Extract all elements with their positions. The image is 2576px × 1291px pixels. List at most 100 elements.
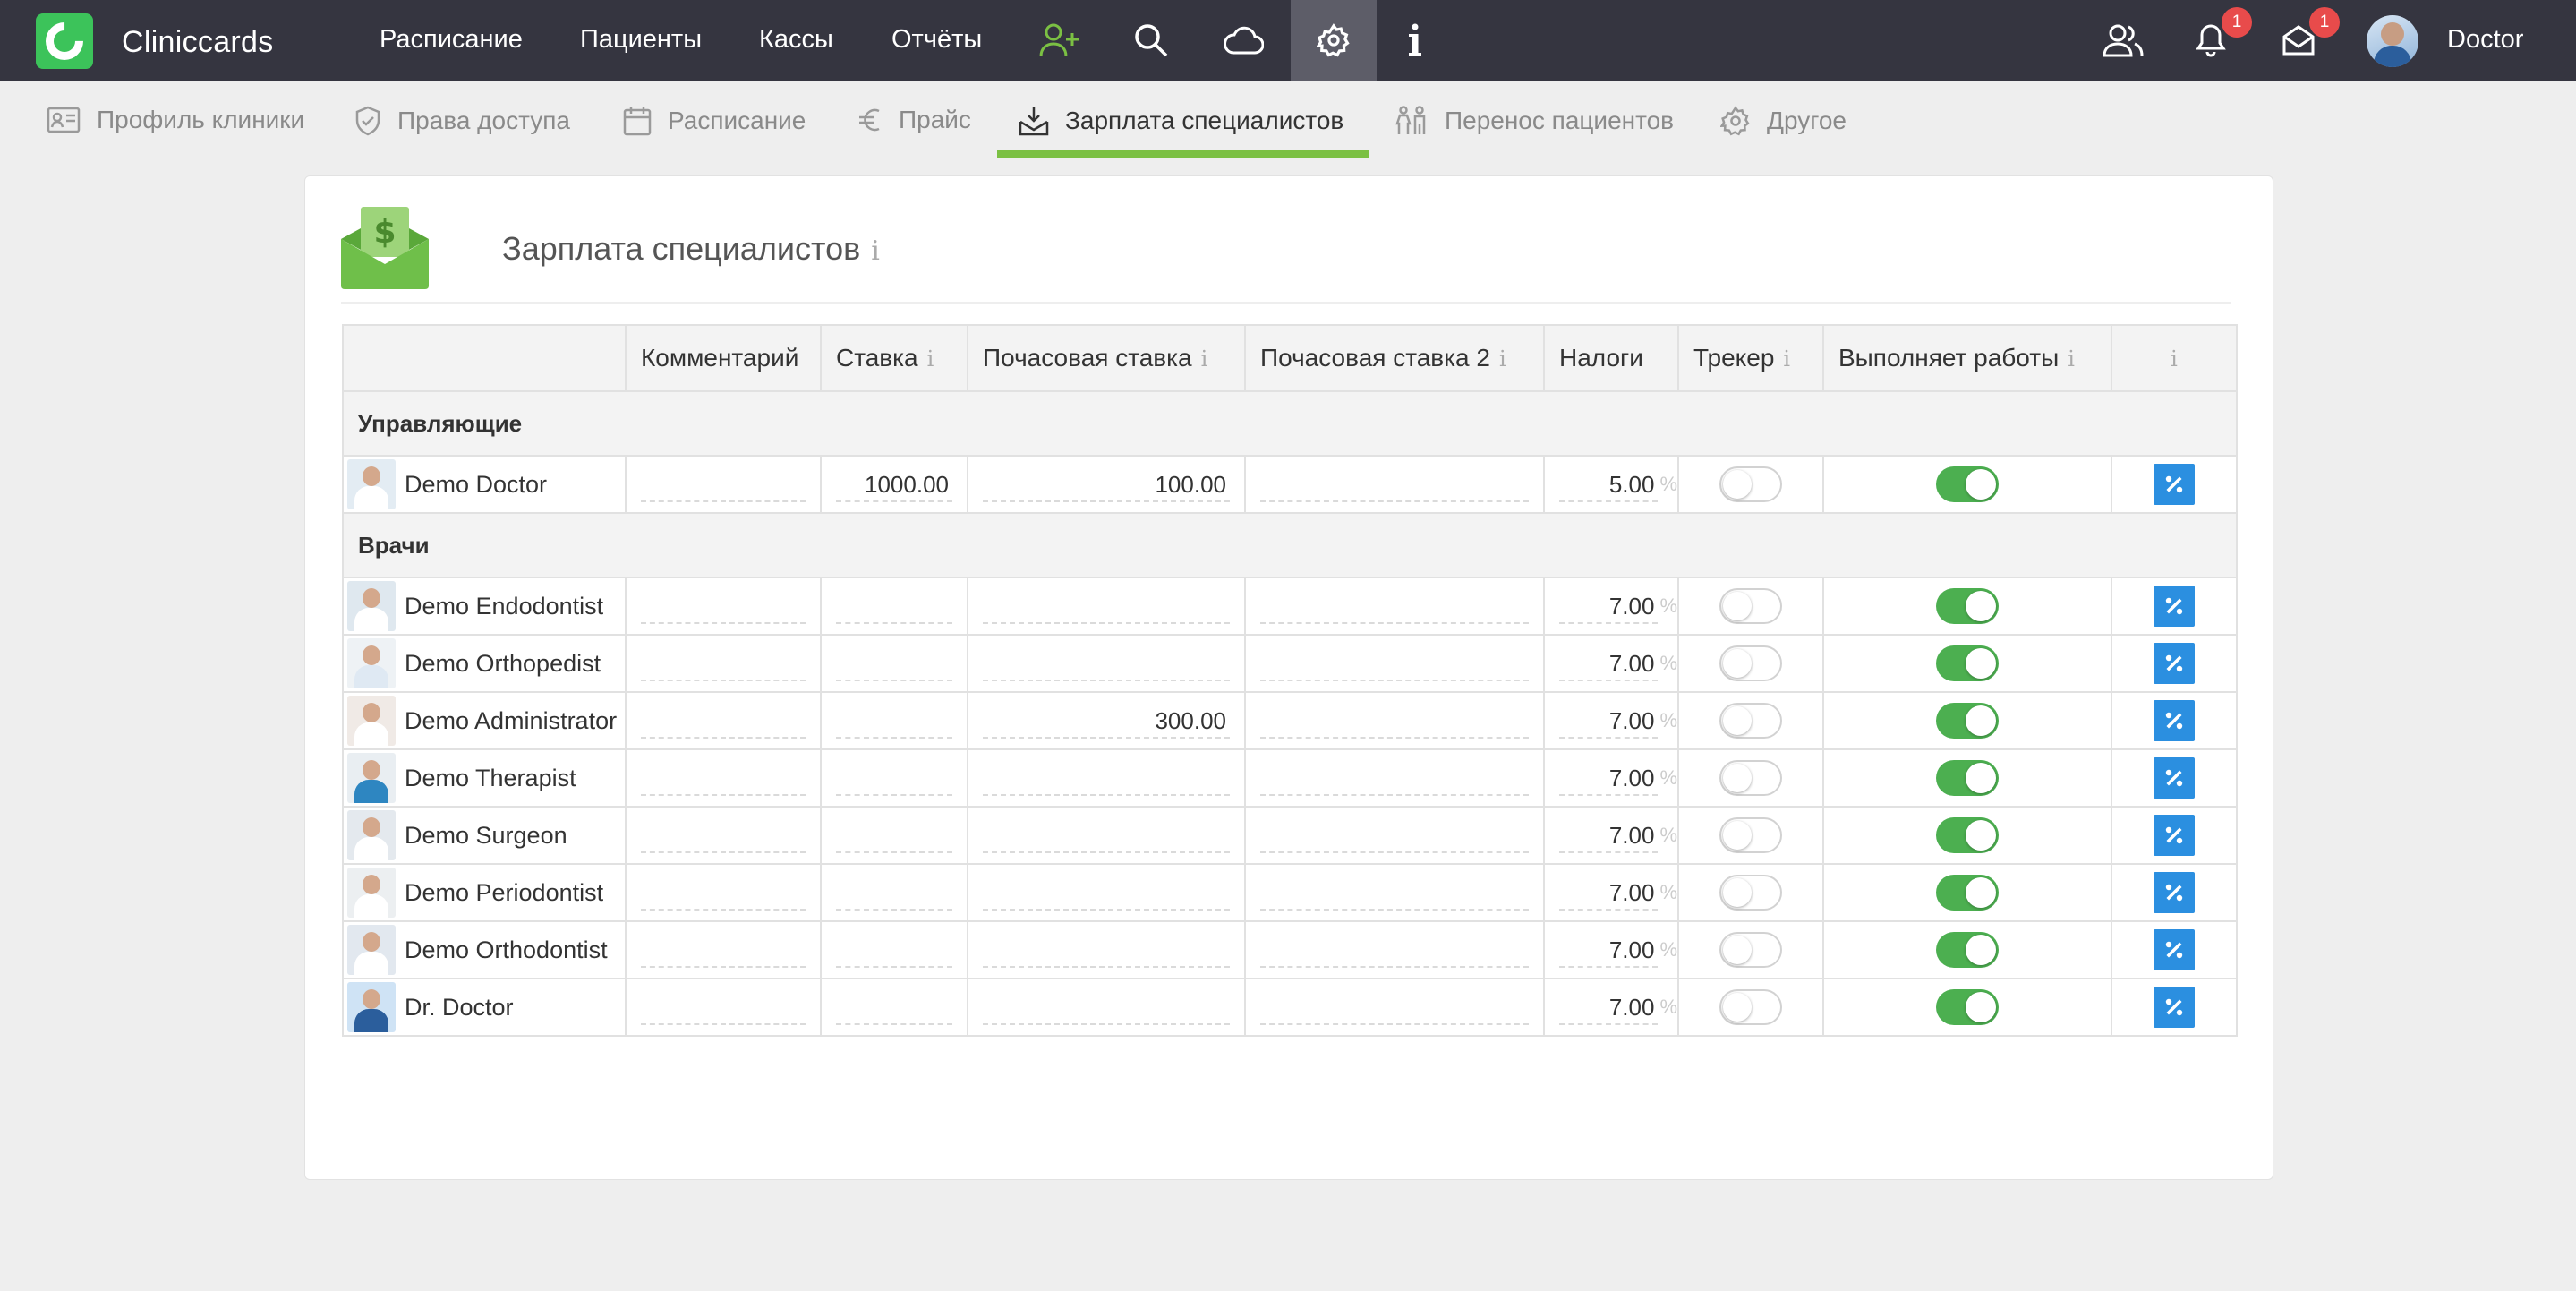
- subnav-price[interactable]: Прайс: [857, 106, 971, 134]
- hourly-rate-2-input[interactable]: [1260, 466, 1529, 502]
- add-patient-button[interactable]: [1029, 0, 1090, 81]
- employee-name[interactable]: Demo Administrator: [405, 707, 617, 735]
- comment-input[interactable]: [641, 760, 806, 796]
- comment-input[interactable]: [641, 703, 806, 739]
- employee-name[interactable]: Demo Periodontist: [405, 879, 603, 907]
- nav-schedule[interactable]: Расписание: [380, 25, 523, 55]
- hourly-rate-input[interactable]: [983, 817, 1230, 853]
- tax-input[interactable]: 7.00: [1559, 760, 1659, 796]
- works-toggle[interactable]: [1936, 703, 1999, 739]
- search-button[interactable]: [1121, 0, 1181, 81]
- nav-cash[interactable]: Кассы: [759, 25, 833, 55]
- tax-input[interactable]: 7.00: [1559, 817, 1659, 853]
- info-icon[interactable]: i: [2171, 346, 2178, 372]
- employee-name[interactable]: Demo Doctor: [405, 471, 547, 499]
- comment-input[interactable]: [641, 466, 806, 502]
- works-toggle[interactable]: [1936, 932, 1999, 968]
- percent-settings-button[interactable]: [2154, 700, 2195, 741]
- tracker-toggle[interactable]: [1719, 932, 1782, 968]
- comment-input[interactable]: [641, 932, 806, 968]
- tracker-toggle[interactable]: [1719, 989, 1782, 1025]
- app-logo[interactable]: [36, 13, 93, 69]
- comment-input[interactable]: [641, 989, 806, 1025]
- info-icon[interactable]: i: [1783, 346, 1790, 372]
- works-toggle[interactable]: [1936, 760, 1999, 796]
- rate-input[interactable]: [836, 760, 952, 796]
- subnav-access-rights[interactable]: Права доступа: [354, 106, 570, 136]
- rate-input[interactable]: 1000.00: [836, 466, 952, 502]
- tracker-toggle[interactable]: [1719, 588, 1782, 624]
- tracker-toggle[interactable]: [1719, 875, 1782, 911]
- hourly-rate-2-input[interactable]: [1260, 646, 1529, 681]
- employee-name[interactable]: Demo Orthodontist: [405, 936, 608, 964]
- percent-settings-button[interactable]: [2154, 929, 2195, 970]
- hourly-rate-input[interactable]: 300.00: [983, 703, 1230, 739]
- tax-input[interactable]: 7.00: [1559, 703, 1659, 739]
- employee-name[interactable]: Demo Orthopedist: [405, 650, 601, 678]
- tax-input[interactable]: 5.00: [1559, 466, 1659, 502]
- brand-name[interactable]: Cliniccards: [122, 25, 274, 60]
- comment-input[interactable]: [641, 875, 806, 911]
- tracker-toggle[interactable]: [1719, 817, 1782, 853]
- works-toggle[interactable]: [1936, 466, 1999, 502]
- percent-settings-button[interactable]: [2154, 757, 2195, 799]
- hourly-rate-2-input[interactable]: [1260, 588, 1529, 624]
- employee-name[interactable]: Demo Surgeon: [405, 822, 567, 850]
- rate-input[interactable]: [836, 646, 952, 681]
- works-toggle[interactable]: [1936, 646, 1999, 681]
- tracker-toggle[interactable]: [1719, 646, 1782, 681]
- tax-input[interactable]: 7.00: [1559, 932, 1659, 968]
- percent-settings-button[interactable]: [2154, 872, 2195, 913]
- hourly-rate-input[interactable]: [983, 588, 1230, 624]
- works-toggle[interactable]: [1936, 875, 1999, 911]
- hourly-rate-input[interactable]: [983, 760, 1230, 796]
- subnav-schedule[interactable]: Расписание: [623, 106, 806, 136]
- comment-input[interactable]: [641, 646, 806, 681]
- hourly-rate-2-input[interactable]: [1260, 703, 1529, 739]
- settings-button[interactable]: [1291, 0, 1377, 81]
- tax-input[interactable]: 7.00: [1559, 646, 1659, 681]
- works-toggle[interactable]: [1936, 817, 1999, 853]
- subnav-salary[interactable]: Зарплата специалистов: [1019, 106, 1343, 136]
- info-icon[interactable]: i: [2068, 346, 2075, 372]
- hourly-rate-input[interactable]: 100.00: [983, 466, 1230, 502]
- comment-input[interactable]: [641, 588, 806, 624]
- tracker-toggle[interactable]: [1719, 760, 1782, 796]
- percent-settings-button[interactable]: [2154, 643, 2195, 684]
- comment-input[interactable]: [641, 817, 806, 853]
- tax-input[interactable]: 7.00: [1559, 875, 1659, 911]
- hourly-rate-input[interactable]: [983, 646, 1230, 681]
- percent-settings-button[interactable]: [2154, 987, 2195, 1028]
- info-button[interactable]: [1395, 0, 1436, 81]
- rate-input[interactable]: [836, 875, 952, 911]
- hourly-rate-2-input[interactable]: [1260, 932, 1529, 968]
- info-icon[interactable]: i: [927, 346, 934, 372]
- tracker-toggle[interactable]: [1719, 703, 1782, 739]
- works-toggle[interactable]: [1936, 588, 1999, 624]
- rate-input[interactable]: [836, 932, 952, 968]
- rate-input[interactable]: [836, 703, 952, 739]
- nav-reports[interactable]: Отчёты: [891, 25, 982, 55]
- percent-settings-button[interactable]: [2154, 586, 2195, 627]
- nav-patients[interactable]: Пациенты: [580, 25, 702, 55]
- hourly-rate-2-input[interactable]: [1260, 817, 1529, 853]
- tracker-toggle[interactable]: [1719, 466, 1782, 502]
- hourly-rate-input[interactable]: [983, 932, 1230, 968]
- user-name[interactable]: Doctor: [2447, 25, 2523, 55]
- hourly-rate-2-input[interactable]: [1260, 989, 1529, 1025]
- employee-name[interactable]: Demo Endodontist: [405, 593, 603, 620]
- hourly-rate-input[interactable]: [983, 989, 1230, 1025]
- tax-input[interactable]: 7.00: [1559, 588, 1659, 624]
- percent-settings-button[interactable]: [2154, 815, 2195, 856]
- rate-input[interactable]: [836, 817, 952, 853]
- info-icon[interactable]: i: [1499, 346, 1506, 372]
- user-avatar[interactable]: [2367, 15, 2418, 67]
- info-icon[interactable]: i: [1201, 346, 1208, 372]
- subnav-clinic-profile[interactable]: Профиль клиники: [47, 106, 304, 134]
- rate-input[interactable]: [836, 989, 952, 1025]
- employee-name[interactable]: Dr. Doctor: [405, 994, 514, 1022]
- hourly-rate-input[interactable]: [983, 875, 1230, 911]
- title-info-icon[interactable]: i: [871, 235, 880, 267]
- subnav-other[interactable]: Другое: [1720, 106, 1847, 136]
- cloud-button[interactable]: [1212, 0, 1275, 81]
